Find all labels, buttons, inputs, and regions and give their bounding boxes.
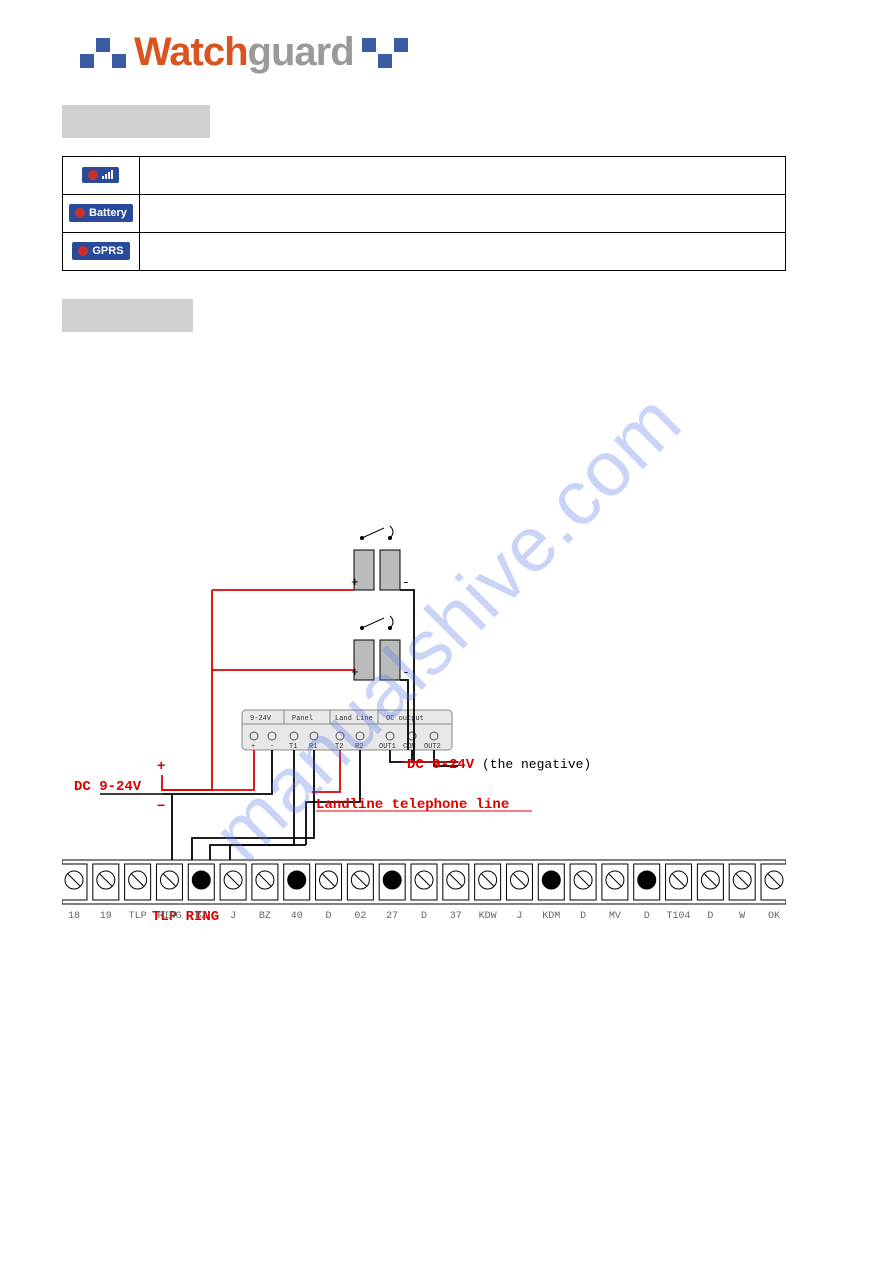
svg-text:MV: MV	[609, 911, 621, 922]
svg-text:J: J	[516, 911, 522, 922]
battery-icon: Battery	[69, 204, 133, 222]
section-heading-wiring: Wiring Diagram	[62, 299, 193, 332]
svg-text:18: 18	[68, 911, 80, 922]
svg-text:D: D	[326, 911, 332, 922]
gprs-icon: GPRS	[72, 242, 129, 260]
svg-text:W: W	[739, 911, 745, 922]
table-row	[63, 157, 786, 195]
svg-text:KDW: KDW	[479, 911, 497, 922]
status-desc	[139, 233, 785, 271]
signal-icon	[82, 167, 119, 183]
logo-check-left	[80, 38, 126, 68]
table-row: GPRS	[63, 233, 786, 271]
svg-text:D: D	[580, 911, 586, 922]
logo-check-right	[362, 38, 408, 68]
wiring-diagram: + - + -	[62, 390, 786, 950]
svg-text:RING: RING	[157, 911, 181, 922]
brand-logo: Watchguard	[80, 30, 831, 75]
svg-text:37: 37	[450, 911, 462, 922]
section-heading-status: LED Status Lights	[62, 105, 210, 138]
terminal-screws-overlay: 18 19 TLP RING BZ J BZ 40 D 02 27 D 37 KDW J KDM D MV D T10…	[62, 390, 786, 950]
svg-text:OK: OK	[768, 911, 780, 922]
svg-text:D: D	[644, 911, 650, 922]
table-row: Battery	[63, 195, 786, 233]
svg-text:T104: T104	[667, 911, 691, 922]
svg-text:27: 27	[386, 911, 398, 922]
svg-text:KDM: KDM	[542, 911, 560, 922]
svg-text:D: D	[707, 911, 713, 922]
status-desc	[139, 157, 785, 195]
svg-text:40: 40	[291, 911, 303, 922]
svg-text:02: 02	[354, 911, 366, 922]
logo-text: Watchguard	[134, 30, 354, 75]
svg-text:J: J	[230, 911, 236, 922]
status-desc	[139, 195, 785, 233]
svg-text:BZ: BZ	[195, 911, 207, 922]
status-table: Battery GPRS	[62, 156, 786, 271]
svg-text:D: D	[421, 911, 427, 922]
svg-text:TLP: TLP	[129, 911, 147, 922]
svg-text:19: 19	[100, 911, 112, 922]
svg-text:BZ: BZ	[259, 911, 271, 922]
